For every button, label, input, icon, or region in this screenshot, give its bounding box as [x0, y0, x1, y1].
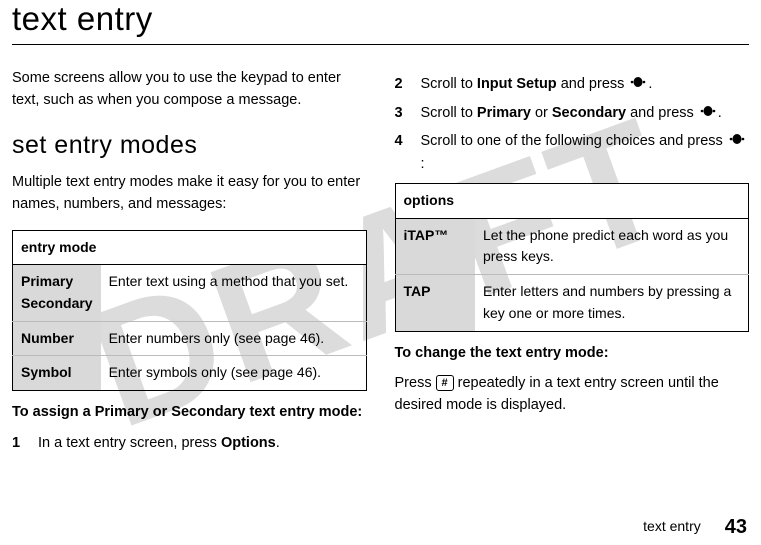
right-column: 2 Scroll to Input Setup and press . 3 Sc…	[395, 67, 750, 460]
step-4: 4 Scroll to one of the following choices…	[395, 130, 750, 175]
step-body: Scroll to Primary or Secondary and press…	[421, 102, 750, 125]
entry-mode-label: Primary Secondary	[13, 265, 101, 321]
step-text: and press	[557, 76, 629, 92]
step-body: Scroll to one of the following choices a…	[421, 130, 750, 175]
title-rule	[12, 44, 749, 45]
intro-paragraph: Some screens allow you to use the keypad…	[12, 67, 367, 112]
table-row: iTAP™ Let the phone predict each word as…	[395, 218, 749, 274]
nav-key-icon	[630, 73, 646, 95]
entry-mode-desc: Enter symbols only (see page 46).	[101, 356, 366, 391]
section-heading: set entry modes	[12, 126, 367, 165]
step-text: In a text entry screen, press	[38, 435, 221, 451]
step-number: 4	[395, 130, 421, 175]
table-row: Primary Secondary Enter text using a met…	[13, 265, 367, 321]
options-table: options iTAP™ Let the phone predict each…	[395, 183, 750, 331]
step-text: .	[648, 76, 652, 92]
footer-section: text entry	[643, 518, 701, 534]
menu-label: Input Setup	[477, 76, 557, 92]
option-desc: Enter letters and numbers by pressing a …	[475, 275, 749, 331]
step-number: 3	[395, 102, 421, 125]
step-text: or	[531, 105, 552, 121]
step-body: In a text entry screen, press Options.	[38, 432, 367, 454]
step-text: .	[718, 105, 722, 121]
section-intro: Multiple text entry modes make it easy f…	[12, 171, 367, 216]
step-1: 1 In a text entry screen, press Options.	[12, 432, 367, 454]
entry-mode-label: Symbol	[13, 356, 101, 391]
step-body: Scroll to Input Setup and press .	[421, 73, 750, 96]
page-title: text entry	[12, 0, 749, 38]
step-number: 1	[12, 432, 38, 454]
entry-mode-desc: Enter numbers only (see page 46).	[101, 321, 366, 356]
step-number: 2	[395, 73, 421, 96]
change-text: Press	[395, 375, 436, 391]
step-text: :	[421, 156, 425, 172]
table-row: Number Enter numbers only (see page 46).	[13, 321, 367, 356]
left-column: Some screens allow you to use the keypad…	[12, 67, 367, 460]
step-3: 3 Scroll to Primary or Secondary and pre…	[395, 102, 750, 125]
page-footer: text entry 43	[643, 516, 747, 539]
option-label: TAP	[395, 275, 475, 331]
entry-mode-header: entry mode	[13, 230, 367, 265]
nav-key-icon	[700, 102, 716, 124]
entry-mode-desc: Enter text using a method that you set.	[101, 265, 366, 321]
entry-mode-label: Number	[13, 321, 101, 356]
page-number: 43	[725, 516, 747, 538]
menu-label: Options	[221, 435, 276, 451]
table-row: Symbol Enter symbols only (see page 46).	[13, 356, 367, 391]
nav-key-icon	[729, 130, 745, 152]
hash-key-icon: #	[436, 375, 454, 391]
two-column-layout: Some screens allow you to use the keypad…	[12, 67, 749, 460]
step-2: 2 Scroll to Input Setup and press .	[395, 73, 750, 96]
menu-label: Secondary	[552, 105, 626, 121]
step-text: and press	[626, 105, 698, 121]
table-row: TAP Enter letters and numbers by pressin…	[395, 275, 749, 331]
step-text: Scroll to one of the following choices a…	[421, 133, 727, 149]
entry-mode-table: entry mode Primary Secondary Enter text …	[12, 230, 367, 391]
step-text: .	[276, 435, 280, 451]
change-heading: To change the text entry mode:	[395, 342, 750, 364]
menu-label: Primary	[477, 105, 531, 121]
option-desc: Let the phone predict each word as you p…	[475, 218, 749, 274]
options-header: options	[395, 184, 749, 219]
page-content: text entry Some screens allow you to use…	[0, 0, 761, 460]
step-text: Scroll to	[421, 76, 477, 92]
option-label: iTAP™	[395, 218, 475, 274]
step-text: Scroll to	[421, 105, 477, 121]
assign-heading: To assign a Primary or Secondary text en…	[12, 401, 367, 423]
change-paragraph: Press # repeatedly in a text entry scree…	[395, 372, 750, 417]
